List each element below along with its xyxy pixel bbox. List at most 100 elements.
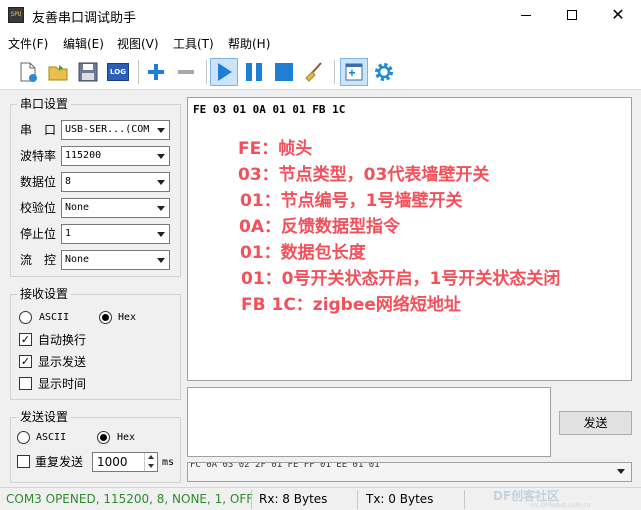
flowcontrol-select[interactable]: None [61,250,170,270]
gear-icon [375,63,393,81]
show-time-checkbox[interactable] [19,377,32,390]
clear-button[interactable] [300,58,328,86]
databits-select[interactable]: 8 [61,172,170,192]
minimize-icon [521,14,531,16]
received-hex-line: FE 03 01 0A 01 01 FB 1C [193,103,346,116]
add-window-button[interactable] [340,58,368,86]
maximize-button[interactable] [549,0,595,30]
auto-wrap-checkbox[interactable]: ✓ [19,333,32,346]
add-window-icon [345,63,363,81]
chevron-down-icon [617,469,625,474]
port-status: COM3 OPENED, 115200, 8, NONE, 1, OFF [6,492,254,506]
close-button[interactable]: ✕ [595,0,641,30]
app-icon: SPU [8,7,24,23]
settings-button[interactable] [370,58,398,86]
flowcontrol-label: 流 控 [20,253,57,267]
log-icon: LOG [107,63,129,81]
title-bar: SPU 友善串口调试助手 ✕ [0,0,641,30]
interval-unit: ms [162,457,175,468]
annotation-line: 03：节点类型，03代表墙壁开关 [238,165,490,185]
parity-select[interactable]: None [61,198,170,218]
open-folder-icon [48,65,68,81]
baud-value: 115200 [65,150,102,161]
serial-settings-title: 串口设置 [17,97,72,111]
repeat-send-checkbox[interactable] [17,455,30,468]
send-history-select[interactable]: FC 0A 03 02 2F 01 FE FF 01 EE 01 01 [187,462,632,482]
save-icon [78,62,98,82]
show-send-label: 显示发送 [38,355,87,369]
parity-label: 校验位 [20,201,57,215]
send-ascii-radio[interactable] [17,431,30,444]
auto-wrap-label: 自动换行 [38,333,87,347]
menu-bar: 文件(F) 编辑(E) 视图(V) 工具(T) 帮助(H) [0,30,641,54]
new-file-icon [20,62,37,82]
menu-tools[interactable]: 工具(T) [173,35,214,52]
send-settings-group: 发送设置 [10,410,181,483]
remove-button[interactable] [172,58,200,86]
port-label: 串 口 [20,123,57,137]
save-button[interactable] [74,58,102,86]
pause-icon [246,63,262,81]
send-textarea[interactable] [187,387,551,457]
stepper-up-icon[interactable] [144,453,157,462]
pause-button[interactable] [240,58,268,86]
baud-label: 波特率 [20,149,57,163]
chevron-down-icon [157,258,165,263]
stopbits-label: 停止位 [20,227,57,241]
log-button[interactable]: LOG [104,58,132,86]
menu-edit[interactable]: 编辑(E) [63,35,104,52]
port-value: USB-SER...(COM [65,124,150,135]
menu-help[interactable]: 帮助(H) [228,35,270,52]
stopbits-select[interactable]: 1 [61,224,170,244]
send-button[interactable]: 发送 [559,411,632,435]
receive-ascii-label: ASCII [39,312,70,323]
interval-value: 1000 [97,455,128,469]
show-time-label: 显示时间 [38,377,87,391]
annotation-line: FE：帧头 [238,139,313,159]
close-icon: ✕ [611,5,625,24]
receive-hex-radio[interactable] [99,311,112,324]
stop-icon [275,63,293,81]
add-button[interactable] [142,58,170,86]
interval-stepper[interactable]: 1000 [92,452,158,472]
minimize-button[interactable] [503,0,549,30]
toolbar: LOG [0,54,641,90]
broom-icon [305,62,322,82]
start-button[interactable] [210,58,238,86]
receive-ascii-radio[interactable] [19,311,32,324]
status-bar: COM3 OPENED, 115200, 8, NONE, 1, OFF Rx:… [0,487,641,510]
chevron-down-icon [157,128,165,133]
receive-textarea[interactable]: FE 03 01 0A 01 01 FB 1C FE：帧头 03：节点类型，03… [187,97,632,381]
annotation-line: 0A：反馈数据型指令 [239,217,400,237]
minus-icon [178,70,194,74]
play-icon [218,63,232,81]
window-title: 友善串口调试助手 [32,11,137,26]
open-button[interactable] [44,58,72,86]
flowcontrol-value: None [65,254,90,265]
repeat-send-label: 重复发送 [35,455,84,469]
receive-settings-group: 接收设置 [10,287,181,400]
stop-button[interactable] [270,58,298,86]
stepper-down-icon[interactable] [144,462,157,471]
watermark-url: mc.DFRobot.com.cn [530,502,591,509]
menu-view[interactable]: 视图(V) [117,35,159,52]
annotation-line: 01：数据包长度 [240,243,366,263]
maximize-icon [567,10,577,20]
parity-value: None [65,202,90,213]
tx-count: Tx: 0 Bytes [366,492,434,506]
receive-hex-label: Hex [118,312,137,323]
new-button[interactable] [14,58,42,86]
port-select[interactable]: USB-SER...(COM [61,120,170,140]
baud-select[interactable]: 115200 [61,146,170,166]
watermark: DF创客社区 [493,489,560,503]
chevron-down-icon [157,180,165,185]
send-ascii-label: ASCII [36,432,67,443]
menu-file[interactable]: 文件(F) [8,35,48,52]
chevron-down-icon [157,154,165,159]
annotation-line: 01：0号开关状态开启，1号开关状态关闭 [241,269,561,289]
send-hex-radio[interactable] [97,431,110,444]
rx-count: Rx: 8 Bytes [259,492,328,506]
databits-value: 8 [65,176,72,187]
chevron-down-icon [157,206,165,211]
show-send-checkbox[interactable]: ✓ [19,355,32,368]
